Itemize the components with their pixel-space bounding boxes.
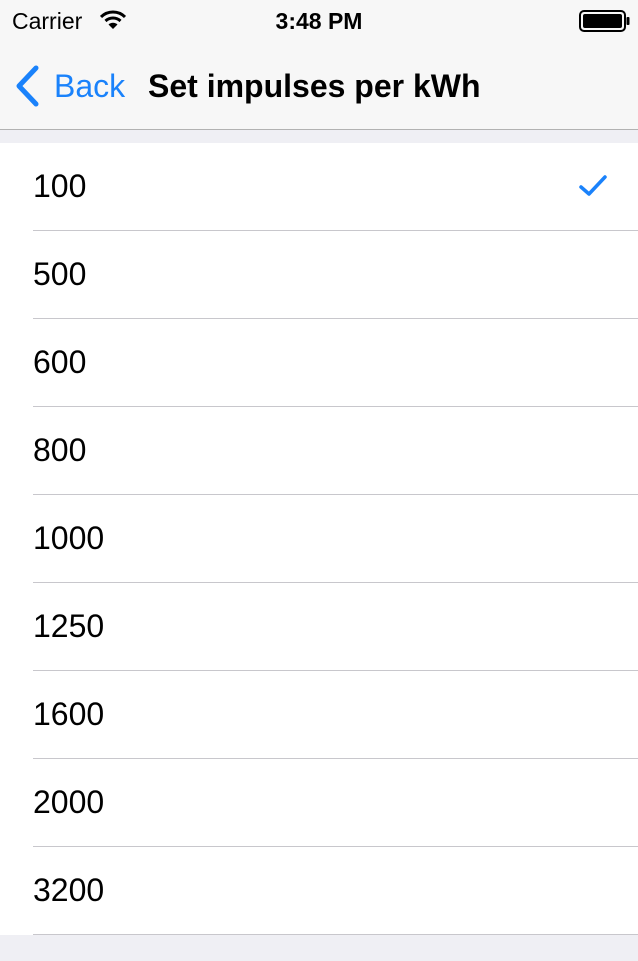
list-item-100[interactable]: 100 [0, 143, 638, 231]
chevron-left-icon [16, 65, 39, 107]
list-item-500[interactable]: 500 [0, 231, 638, 319]
list-item-label: 1250 [33, 608, 105, 644]
list-item-1250[interactable]: 1250 [0, 583, 638, 671]
list-item-3200[interactable]: 3200 [0, 847, 638, 935]
status-bar: Carrier 3:48 PM [0, 0, 638, 40]
list-item-label: 100 [33, 168, 87, 204]
status-time: 3:48 PM [275, 8, 363, 34]
list-item-label: 600 [33, 344, 87, 380]
page-title: Set impulses per kWh [148, 68, 481, 104]
row-separator [33, 934, 638, 935]
navigation-bar: Back Set impulses per kWh [0, 40, 638, 130]
impulses-list: 100 500 600 800 1000 1250 1600 2000 3200 [0, 143, 638, 935]
list-item-600[interactable]: 600 [0, 319, 638, 407]
checkmark-icon [579, 175, 607, 196]
list-item-label: 2000 [33, 784, 105, 820]
list-item-800[interactable]: 800 [0, 407, 638, 495]
list-item-label: 3200 [33, 872, 105, 908]
list-item-label: 800 [33, 432, 87, 468]
list-item-1000[interactable]: 1000 [0, 495, 638, 583]
back-button[interactable]: Back [14, 64, 125, 108]
list-item-label: 500 [33, 256, 87, 292]
battery-icon [579, 10, 630, 32]
back-label: Back [54, 67, 126, 104]
list-item-label: 1000 [33, 520, 105, 556]
list-item-1600[interactable]: 1600 [0, 671, 638, 759]
list-item-2000[interactable]: 2000 [0, 759, 638, 847]
list-item-label: 1600 [33, 696, 105, 732]
